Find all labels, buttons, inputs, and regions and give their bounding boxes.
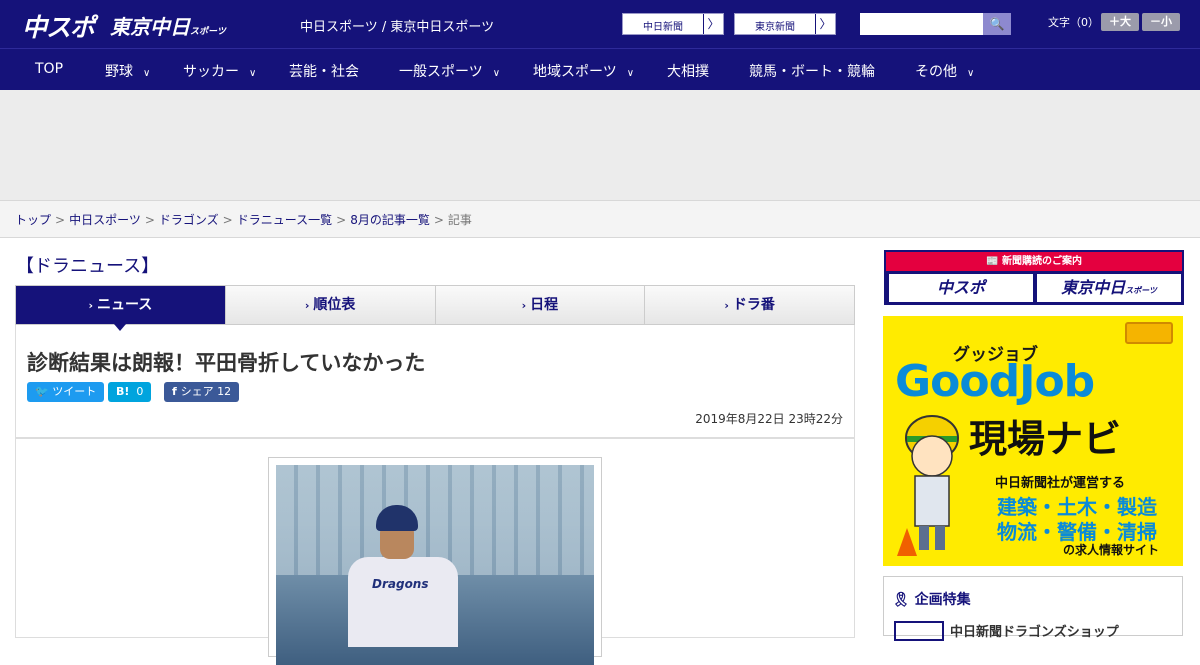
goodjob-logo: GoodJob — [895, 356, 1095, 407]
chevron-down-icon: ∨ — [626, 68, 635, 79]
breadcrumb-dragons[interactable]: ドラゴンズ — [159, 213, 219, 227]
chevron-down-icon: ∨ — [249, 68, 257, 79]
truck-icon — [1125, 322, 1173, 344]
chevron-down-icon: ∨ — [967, 68, 975, 79]
breadcrumb: トップ > 中日スポーツ > ドラゴンズ > ドラニュース一覧 >8月の記事一覧 > 記事 — [0, 200, 1200, 238]
chevron-right-icon: › — [521, 299, 527, 312]
facebook-share-button[interactable]: f シェア 12 — [164, 382, 240, 402]
hatena-bookmark-button[interactable]: B! 0 — [108, 382, 152, 402]
tab-news[interactable]: › ニュース — [16, 286, 225, 331]
breadcrumb-current: 記事 — [447, 213, 472, 227]
dragons-shop-thumbnail[interactable] — [894, 621, 944, 641]
newspaper-icon: 📰 — [986, 256, 1002, 267]
section-title: 【ドラニュース】 — [16, 256, 160, 277]
article-body: Dragons — [15, 438, 855, 665]
dragons-shop-link[interactable]: 中日新聞ドラゴンズショップ — [950, 621, 1119, 640]
article-headline: 診断結果は朗報！平田骨折していなかった — [27, 351, 426, 375]
facebook-icon: f — [172, 385, 181, 398]
subscription-heading: 📰 新聞購読のご案内 — [886, 252, 1182, 271]
chevron-right-icon: › — [88, 299, 93, 312]
article-photo[interactable]: Dragons — [276, 465, 594, 665]
news-tabs: › ニュース › 順位表 › 日程 › ドラ番 — [15, 285, 855, 331]
nav-item-top[interactable]: TOP — [35, 61, 63, 77]
ribbon-icon: 🎗 — [892, 592, 915, 608]
search-icon: 🔍 — [989, 17, 1005, 31]
subscribe-chuspo-button[interactable]: 中スポ — [889, 274, 1033, 302]
search-input[interactable] — [860, 13, 983, 35]
chevron-right-icon: 〉 — [703, 14, 723, 34]
breadcrumb-dra-news-list[interactable]: ドラニュース一覧 — [237, 213, 332, 227]
tab-dora-ban[interactable]: › ドラ番 — [644, 286, 854, 324]
chevron-right-icon: › — [304, 299, 310, 312]
nav-item-racing[interactable]: 競馬・ボート・競輪 — [749, 61, 875, 81]
tokyo-shimbun-link[interactable]: 東京新聞 〉 — [734, 13, 836, 35]
font-size-label: 文字（0） — [1048, 16, 1099, 29]
chunichi-shimbun-link[interactable]: 中日新聞 〉 — [622, 13, 724, 35]
hatena-icon: B! — [116, 385, 130, 398]
chevron-down-icon: ∨ — [492, 68, 501, 79]
ad-banner-area — [0, 90, 1200, 200]
feature-heading: 🎗 企画特集 — [892, 592, 971, 608]
nav-item-local-sports[interactable]: 地域スポーツ ∨ — [533, 61, 634, 81]
breadcrumb-chunichi-sports[interactable]: 中日スポーツ — [69, 213, 141, 227]
chevron-right-icon: 〉 — [815, 14, 835, 34]
photo-frame: Dragons — [268, 457, 602, 665]
logo-tokyo-chunichi[interactable]: 東京中日スポーツ — [110, 11, 226, 40]
nav-item-general-sports[interactable]: 一般スポーツ ∨ — [399, 61, 500, 81]
logo-chunichi-sports[interactable]: 中スポ — [22, 8, 95, 44]
chevron-down-icon: ∨ — [143, 68, 151, 79]
goodjob-ad[interactable]: グッジョブ GoodJob 現場ナビ 中日新聞社が運営する 建築・土木・製造 物… — [883, 316, 1183, 566]
subscription-banner: 📰 新聞購読のご案内 中スポ 東京中日スポーツ — [884, 250, 1184, 305]
nav-item-sumo[interactable]: 大相撲 — [667, 61, 709, 81]
site-name: 中日スポーツ / 東京中日スポーツ — [300, 20, 495, 35]
chevron-right-icon: › — [724, 299, 729, 312]
worker-illustration — [897, 415, 959, 556]
font-smaller-button[interactable]: －小 — [1142, 13, 1180, 31]
nav-item-entertainment[interactable]: 芸能・社会 — [289, 61, 359, 81]
nav-item-soccer[interactable]: サッカー ∨ — [183, 61, 256, 81]
article-header: 診断結果は朗報！平田骨折していなかった 🐦 ツイート B! 0 f シェア 12… — [15, 325, 855, 438]
nav-item-other[interactable]: その他 ∨ — [915, 61, 974, 81]
tab-schedule[interactable]: › 日程 — [434, 286, 645, 324]
font-bigger-button[interactable]: ＋大 — [1101, 13, 1139, 31]
feature-box: 🎗 企画特集 中日新聞ドラゴンズショップ — [883, 576, 1183, 641]
search-box: 🔍 — [860, 13, 1011, 35]
article-date: 2019年8月22日 23時22分 — [695, 412, 843, 426]
breadcrumb-august-list[interactable]: 8月の記事一覧 — [350, 213, 430, 227]
nav-item-baseball[interactable]: 野球 ∨ — [105, 61, 150, 81]
subscribe-tokyo-chunichi-button[interactable]: 東京中日スポーツ — [1037, 274, 1181, 302]
search-button[interactable]: 🔍 — [983, 13, 1011, 35]
breadcrumb-top[interactable]: トップ — [15, 213, 51, 227]
main-nav: TOP 野球 ∨ サッカー ∨ 芸能・社会 一般スポーツ ∨ 地域スポーツ ∨ 大相撲 … — [0, 48, 1200, 90]
top-header: 中スポ 東京中日スポーツ 中日スポーツ / 東京中日スポーツ 中日新聞 〉 東京… — [0, 0, 1200, 48]
jersey-logo: Dragons — [372, 577, 429, 591]
tab-standings[interactable]: › 順位表 — [224, 286, 435, 324]
tweet-button[interactable]: 🐦 ツイート — [27, 382, 105, 402]
twitter-icon: 🐦 — [35, 385, 53, 398]
